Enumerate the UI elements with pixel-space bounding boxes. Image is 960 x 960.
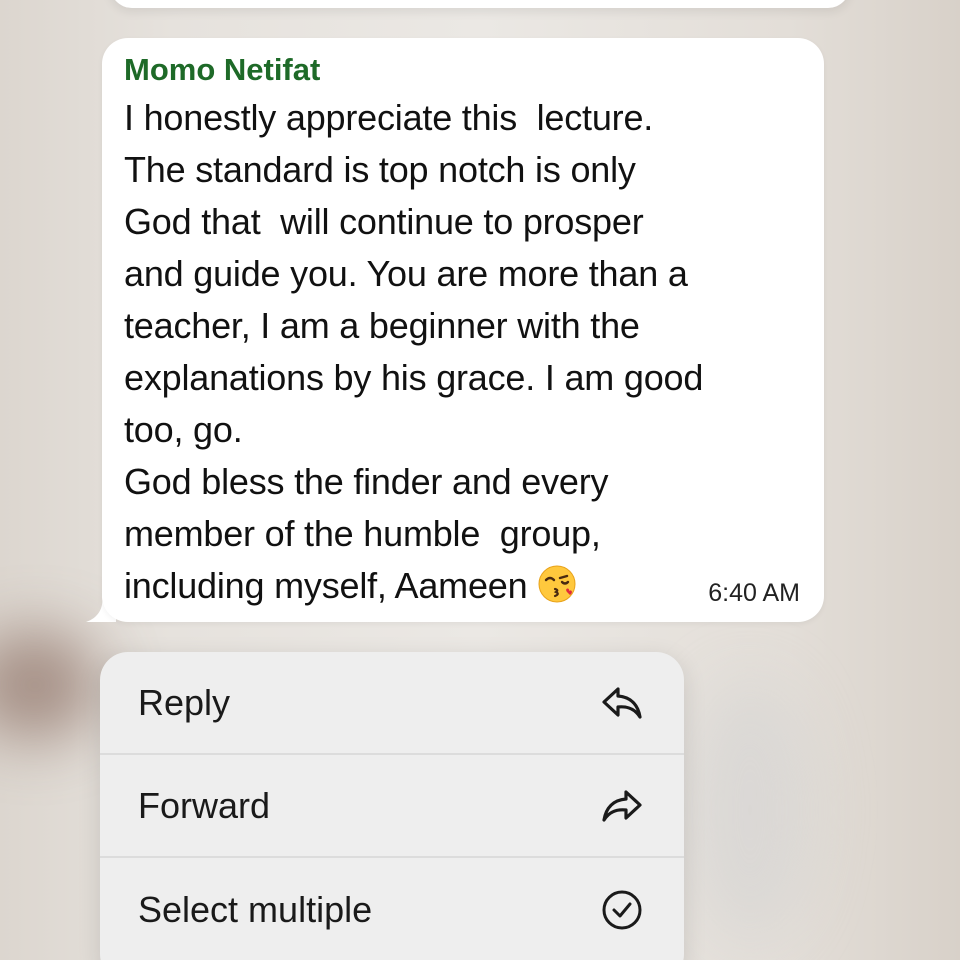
message-line: God bless the finder and every	[124, 461, 609, 502]
reply-icon	[600, 685, 644, 721]
message-line-text: including myself, Aameen	[124, 565, 528, 606]
background-blur	[690, 680, 810, 940]
message-line: too, go.	[124, 409, 243, 450]
forward-icon	[600, 788, 644, 824]
menu-item-select-multiple[interactable]: Select multiple	[100, 858, 684, 960]
background-blur	[0, 630, 100, 740]
menu-item-reply[interactable]: Reply	[100, 652, 684, 755]
message-line: God that will continue to prosper	[124, 201, 644, 242]
message-line: teacher, I am a beginner with the	[124, 305, 640, 346]
menu-item-label: Reply	[138, 681, 231, 723]
menu-item-forward[interactable]: Forward	[100, 755, 684, 858]
message-timestamp: 6:40 AM	[708, 579, 800, 607]
sender-name: Momo Netifat	[124, 52, 321, 87]
message-line: explanations by his grace. I am good	[124, 357, 704, 398]
message-line: The standard is top notch is only	[124, 149, 636, 190]
previous-message-bubble	[110, 0, 850, 8]
check-circle-icon	[600, 888, 644, 932]
menu-item-label: Forward	[138, 784, 271, 826]
context-menu: Reply Forward Select multiple	[100, 652, 684, 960]
message-line-last: including myself, Aameen	[124, 560, 800, 618]
kissing-face-emoji-icon	[537, 564, 577, 618]
message-line: and guide you. You are more than a	[124, 253, 688, 294]
message-bubble[interactable]: Momo Netifat I honestly appreciate this …	[102, 38, 824, 622]
message-line: member of the humble group,	[124, 513, 601, 554]
menu-item-label: Select multiple	[138, 888, 373, 930]
message-line: I honestly appreciate this lecture.	[124, 97, 654, 138]
